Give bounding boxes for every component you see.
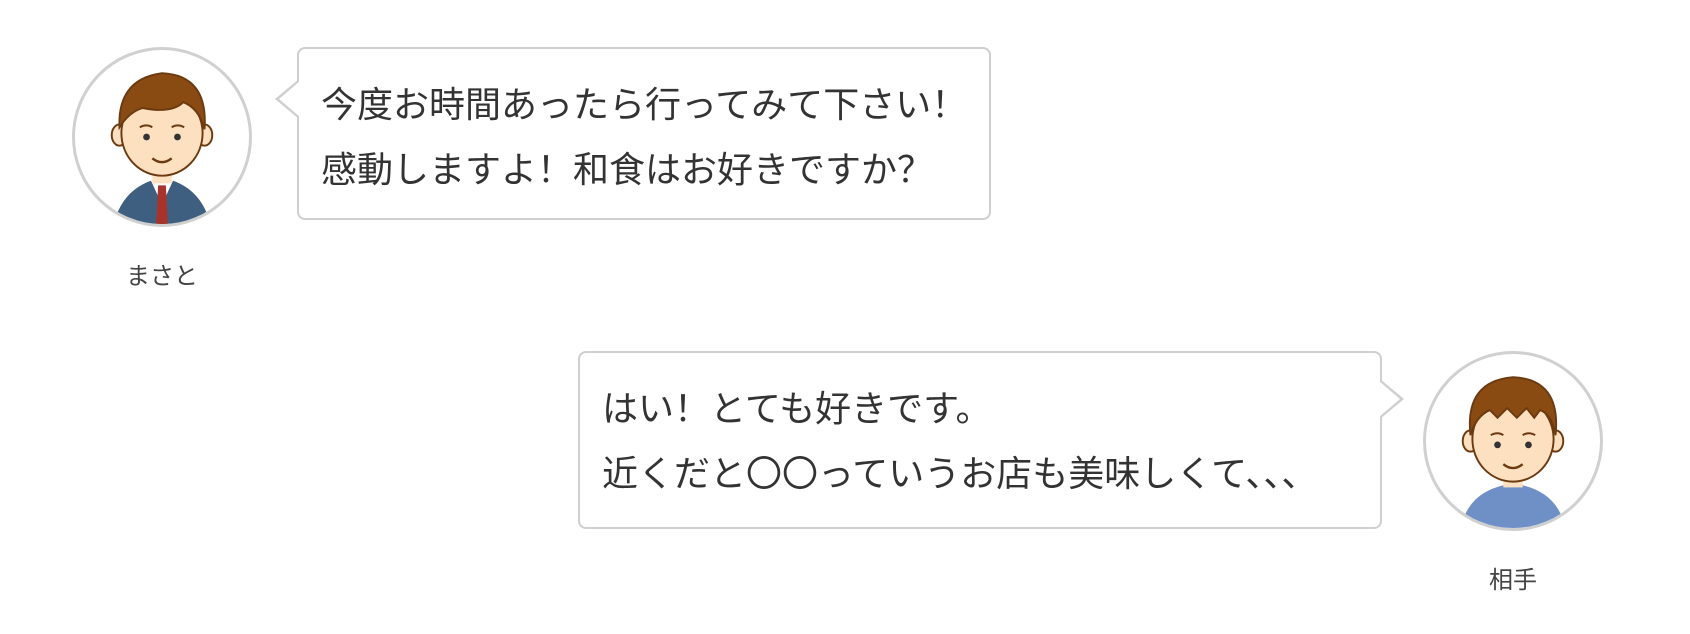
message-line: はい！とても好きです。 (602, 389, 992, 430)
message-line: 近くだと〇〇っていうお店も美味しくて、、、 (602, 454, 1318, 495)
businessman-avatar-icon (110, 72, 214, 224)
chat-bubble-right: はい！とても好きです。 近くだと〇〇っていうお店も美味しくて、、、 (578, 351, 1404, 529)
chat-bubble-left: 今度お時間あったら行ってみて下さい！ 感動しますよ！和食はお好きですか？ (275, 47, 991, 220)
speaker-name-masato: まさと (126, 262, 198, 290)
avatar-partner (1423, 351, 1603, 531)
boy-avatar-icon (1460, 376, 1566, 528)
speaker-name-partner: 相手 (1489, 566, 1537, 594)
message-line: 今度お時間あったら行ってみて下さい！ (321, 85, 968, 126)
message-line: 感動しますよ！和食はお好きですか？ (321, 150, 934, 191)
avatar-masato (72, 47, 252, 227)
